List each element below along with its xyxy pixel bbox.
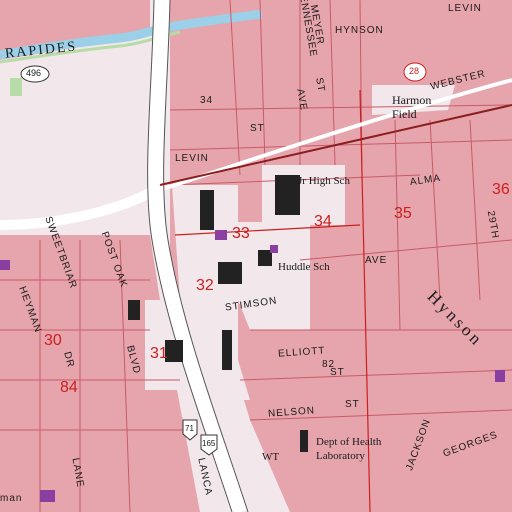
jr-high-grounds — [262, 165, 345, 225]
street-label-man: man — [0, 493, 23, 504]
street-label-levin-top: LEVIN — [448, 3, 482, 14]
building-block — [200, 190, 214, 230]
section-35: 35 — [394, 205, 412, 222]
street-label-hynson-top: HYNSON — [335, 25, 384, 36]
ramp-west — [0, 185, 158, 230]
feature-label-dept-health: Dept of Health — [316, 436, 382, 448]
street-label-levin-st: ST — [250, 123, 265, 134]
section-33: 33 — [232, 225, 250, 242]
section-84: 84 — [60, 379, 78, 396]
section-32: 32 — [196, 277, 214, 294]
section-36: 36 — [492, 181, 510, 198]
building-block — [218, 262, 242, 284]
street-label-82: 82 — [322, 359, 336, 370]
feature-label-laboratory: Laboratory — [316, 450, 365, 462]
building-block — [128, 300, 140, 320]
feature-label-wt: WT — [262, 451, 280, 463]
route-165-label: 165 — [202, 439, 216, 448]
feature-label-huddle: Huddle Sch — [278, 261, 330, 273]
building-block — [222, 330, 232, 370]
street-label-nelson-st: ST — [345, 399, 360, 410]
route-496-label: 496 — [26, 68, 42, 78]
feature-label-jr-high: Jr High Sch — [298, 175, 350, 187]
feature-label-harmon: Harmon — [392, 93, 432, 107]
street-label-st: ST — [313, 76, 327, 94]
section-34: 34 — [314, 213, 332, 230]
street-label-ave-huddle: AVE — [365, 255, 388, 266]
section-31: 31 — [150, 345, 168, 362]
route-28-label: 28 — [409, 66, 420, 76]
route-71-label: 71 — [185, 424, 194, 433]
section-30: 30 — [44, 332, 62, 349]
building-block — [300, 430, 308, 452]
feature-label-field: Field — [392, 107, 417, 121]
green-strip — [10, 78, 22, 96]
street-label-levin: LEVIN — [175, 153, 209, 164]
jr-high-building — [275, 175, 300, 215]
topographic-map: RAPIDES TENNESSEE AVE MEYER HYNSON ST LE… — [0, 0, 512, 512]
map-canvas — [0, 0, 512, 512]
street-label-34: 34 — [200, 95, 214, 106]
